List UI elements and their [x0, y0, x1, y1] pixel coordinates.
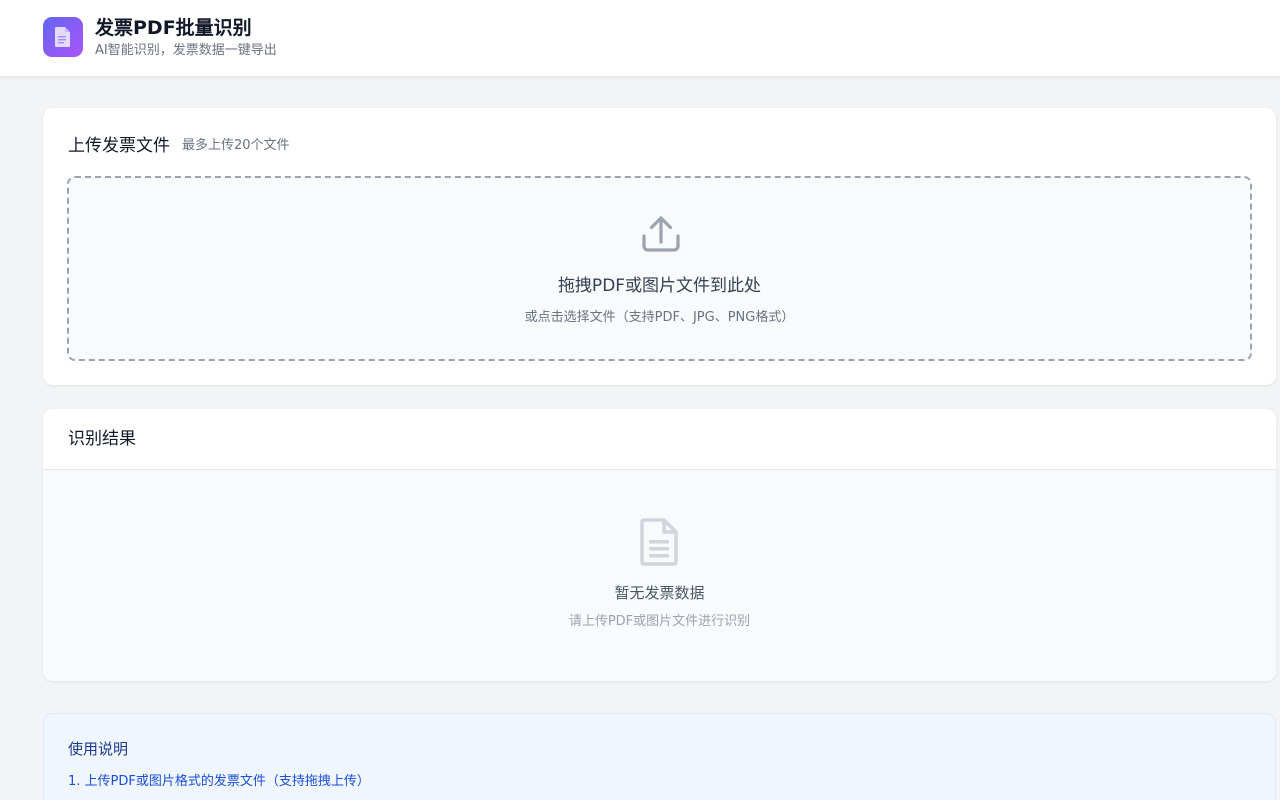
app-logo	[43, 17, 83, 57]
app-subtitle: AI智能识别，发票数据一键导出	[95, 43, 277, 58]
upload-limit-hint: 最多上传20个文件	[182, 138, 290, 153]
app-header: 发票PDF批量识别 AI智能识别，发票数据一键导出	[0, 0, 1280, 77]
upload-card: 上传发票文件 最多上传20个文件 拖拽PDF或图片文件到此处 或点击选择文件（支…	[43, 108, 1276, 385]
file-dropzone[interactable]: 拖拽PDF或图片文件到此处 或点击选择文件（支持PDF、JPG、PNG格式）	[67, 176, 1252, 361]
upload-icon	[642, 216, 680, 252]
instruction-item: 1. 上传PDF或图片格式的发票文件（支持拖拽上传）	[68, 774, 370, 789]
instructions-title: 使用说明	[68, 740, 129, 758]
document-icon	[55, 27, 70, 47]
dropzone-hint: 或点击选择文件（支持PDF、JPG、PNG格式）	[524, 310, 795, 325]
results-card: 识别结果 暂无发票数据 请上传PDF或图片文件进行识别	[43, 409, 1276, 681]
empty-state-subtitle: 请上传PDF或图片文件进行识别	[568, 614, 751, 629]
upload-title: 上传发票文件	[68, 136, 170, 156]
dropzone-label: 拖拽PDF或图片文件到此处	[557, 276, 762, 296]
instructions-card: 使用说明 1. 上传PDF或图片格式的发票文件（支持拖拽上传）	[43, 713, 1276, 800]
empty-state-title: 暂无发票数据	[614, 584, 705, 602]
results-empty-state: 暂无发票数据 请上传PDF或图片文件进行识别	[43, 470, 1276, 681]
document-icon	[640, 518, 678, 566]
app-title: 发票PDF批量识别	[95, 17, 252, 39]
results-title: 识别结果	[68, 429, 136, 449]
